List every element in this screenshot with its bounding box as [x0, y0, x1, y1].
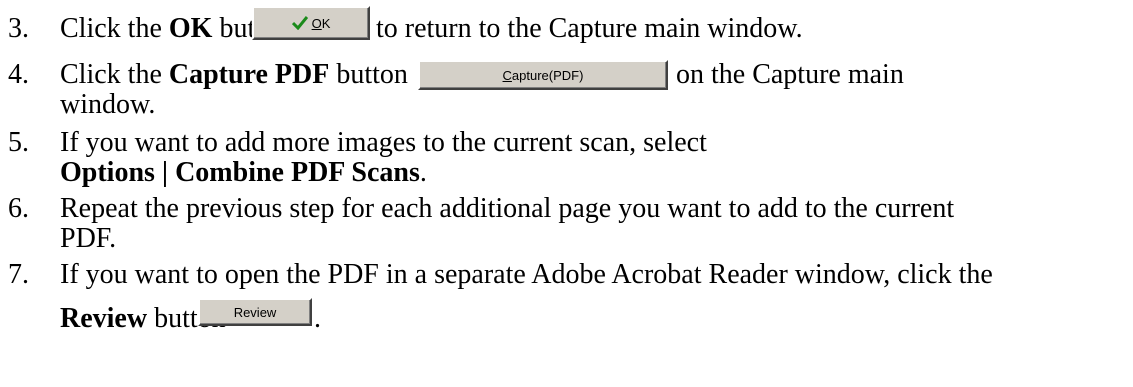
- step-text-cont: PDF.: [60, 223, 117, 254]
- step-number: 3.: [8, 13, 29, 44]
- step-text-after: on the Capture main: [676, 59, 904, 90]
- step-text-cont: window.: [60, 89, 156, 120]
- step-text: Repeat the previous step for each additi…: [60, 193, 955, 224]
- step-number: 6.: [8, 193, 29, 224]
- step-text-after: to return to the Capture main window.: [376, 13, 803, 44]
- step-text: If you want to add more images to the cu…: [60, 127, 707, 158]
- checkmark-icon: [291, 16, 308, 30]
- step-text: If you want to open the PDF in a separat…: [60, 259, 993, 290]
- step-number: 7.: [8, 259, 29, 290]
- bold-term: Options | Combine PDF Scans: [60, 157, 420, 188]
- step-number: 4.: [8, 59, 29, 90]
- bold-term: Review: [60, 303, 148, 334]
- review-button[interactable]: Review: [198, 298, 312, 326]
- ok-button[interactable]: OK: [252, 6, 370, 40]
- capture-pdf-button[interactable]: Capture(PDF): [418, 60, 668, 90]
- step-text-cont: Options | Combine PDF Scans.: [60, 157, 427, 188]
- step-text-end: .: [314, 303, 321, 334]
- step-text: Click the Capture PDF button: [60, 59, 408, 90]
- bold-term: Capture PDF: [168, 59, 330, 90]
- step-number: 5.: [8, 127, 29, 158]
- bold-term: OK: [168, 13, 213, 44]
